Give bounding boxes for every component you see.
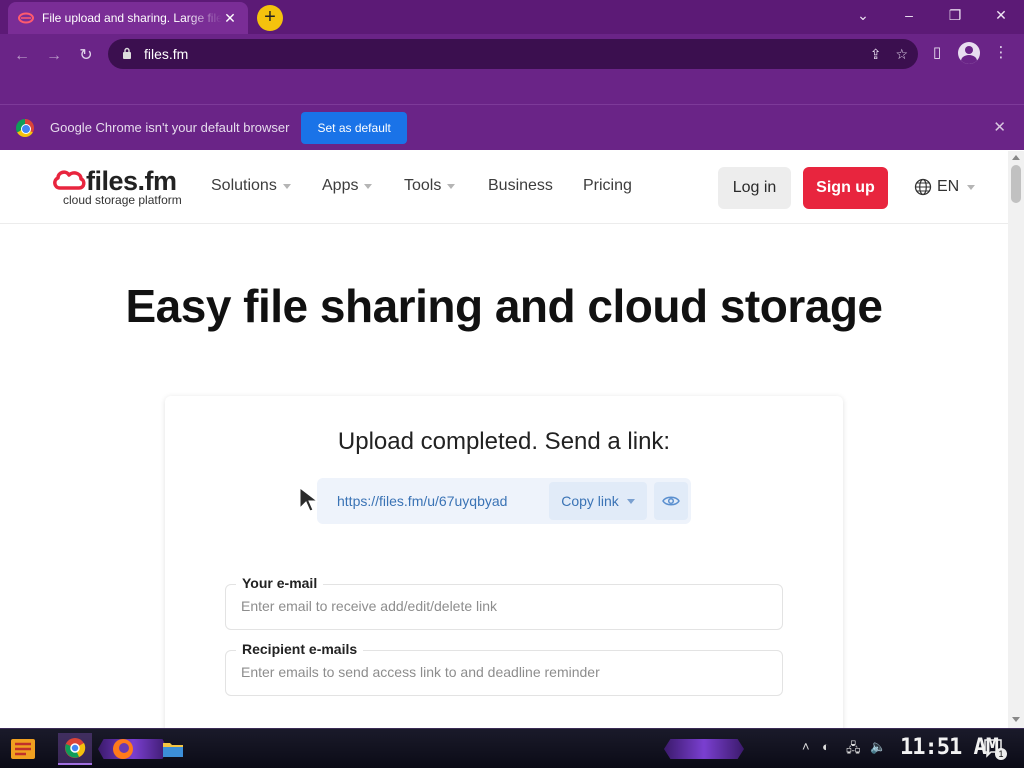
chrome-menu-icon[interactable]: ⋮ bbox=[988, 40, 1014, 66]
scroll-up-icon[interactable] bbox=[1012, 155, 1020, 160]
recipient-emails-label: Recipient e-mails bbox=[236, 641, 364, 657]
taskbar-firefox-icon[interactable] bbox=[106, 733, 140, 765]
reload-icon[interactable]: ↻ bbox=[72, 42, 100, 70]
your-email-field: Your e-mail bbox=[225, 575, 783, 630]
hero-title: Easy file sharing and cloud storage bbox=[125, 280, 883, 332]
globe-icon bbox=[914, 178, 932, 196]
your-email-input[interactable] bbox=[241, 598, 761, 614]
network-icon[interactable]: 🖧 bbox=[846, 739, 861, 761]
set-as-default-button[interactable]: Set as default bbox=[301, 111, 407, 144]
login-button[interactable]: Log in bbox=[718, 167, 791, 209]
logo-tagline: cloud storage platform bbox=[63, 193, 182, 207]
copy-link-label: Copy link bbox=[561, 493, 619, 509]
profile-avatar[interactable] bbox=[956, 40, 982, 66]
nav-tools[interactable]: Tools bbox=[404, 177, 456, 195]
scrollbar-thumb[interactable] bbox=[1011, 165, 1021, 203]
browser-tab[interactable]: File upload and sharing. Large files ✕ bbox=[8, 2, 248, 34]
bookmark-star-icon[interactable]: ☆ bbox=[895, 46, 908, 63]
notification-center-icon[interactable]: 1 bbox=[983, 738, 1007, 760]
nav-label: Apps bbox=[322, 177, 359, 194]
new-tab-button[interactable]: + bbox=[257, 5, 283, 31]
your-email-label: Your e-mail bbox=[236, 575, 324, 591]
taskbar: ˄ ◐ 🖧 🔈 11:51 AM 1 bbox=[0, 728, 1024, 768]
tray-expand-icon[interactable]: ˄ bbox=[802, 739, 810, 754]
page-scrollbar[interactable] bbox=[1008, 151, 1024, 728]
nav-apps[interactable]: Apps bbox=[322, 177, 373, 195]
cloud-logo-icon bbox=[53, 170, 86, 190]
signup-button[interactable]: Sign up bbox=[803, 167, 888, 209]
infobar-message: Google Chrome isn't your default browser bbox=[50, 120, 290, 135]
nav-pricing[interactable]: Pricing bbox=[583, 177, 632, 195]
tab-search-chevron-icon[interactable]: ⌄ bbox=[840, 0, 886, 30]
nav-label: Tools bbox=[404, 177, 442, 194]
tab-close-icon[interactable]: ✕ bbox=[222, 10, 238, 27]
files-fm-favicon-icon bbox=[18, 10, 34, 26]
chrome-logo-icon bbox=[16, 118, 34, 137]
forward-arrow-icon[interactable]: → bbox=[40, 42, 68, 70]
window-close-icon[interactable]: ✕ bbox=[978, 0, 1024, 30]
back-arrow-icon[interactable]: ← bbox=[8, 42, 36, 70]
tab-title: File upload and sharing. Large files bbox=[42, 11, 222, 25]
address-url: files.fm bbox=[144, 46, 189, 62]
site-header: files.fm cloud storage platform Solution… bbox=[0, 151, 1008, 224]
share-icon[interactable]: ⇪ bbox=[870, 46, 882, 63]
share-link-url[interactable]: https://files.fm/u/67uyqbyad bbox=[337, 493, 507, 509]
nav-label: Solutions bbox=[211, 177, 277, 194]
default-browser-infobar: Google Chrome isn't your default browser… bbox=[0, 104, 1024, 150]
start-button[interactable] bbox=[8, 735, 38, 763]
taskbar-decoration bbox=[664, 739, 744, 759]
language-code: EN bbox=[937, 178, 960, 195]
nav-label: Business bbox=[488, 177, 553, 194]
volume-icon[interactable]: 🔈 bbox=[870, 739, 886, 755]
taskbar-file-explorer-icon[interactable] bbox=[156, 733, 190, 765]
infobar-close-icon[interactable]: ✕ bbox=[993, 118, 1006, 136]
tab-strip: File upload and sharing. Large files ✕ +… bbox=[0, 0, 1024, 34]
nav-solutions[interactable]: Solutions bbox=[211, 177, 291, 195]
browser-toolbar: ← → ↻ files.fm ⇪ ☆ ▯ ⋮ bbox=[0, 34, 1024, 104]
scroll-down-icon[interactable] bbox=[1012, 717, 1020, 722]
recipient-emails-input[interactable] bbox=[241, 664, 761, 680]
caret-down-icon bbox=[967, 184, 976, 190]
taskbar-chrome-icon[interactable] bbox=[58, 733, 92, 765]
caret-down-icon bbox=[447, 183, 456, 189]
files-fm-logo[interactable]: files.fm cloud storage platform bbox=[52, 166, 192, 208]
caret-down-icon bbox=[364, 183, 373, 189]
tray-app-icon[interactable]: ◐ bbox=[822, 739, 830, 754]
preview-eye-icon[interactable] bbox=[654, 482, 688, 520]
nav-business[interactable]: Business bbox=[488, 177, 553, 195]
notification-count: 1 bbox=[995, 748, 1007, 760]
caret-down-icon bbox=[626, 498, 635, 504]
language-selector[interactable]: EN bbox=[914, 178, 976, 196]
web-page: files.fm cloud storage platform Solution… bbox=[0, 151, 1008, 728]
share-link-box: https://files.fm/u/67uyqbyad Copy link bbox=[317, 478, 691, 524]
lock-icon bbox=[122, 47, 136, 62]
address-bar[interactable]: files.fm ⇪ ☆ bbox=[108, 39, 918, 69]
recipient-emails-field: Recipient e-mails bbox=[225, 641, 783, 696]
copy-link-button[interactable]: Copy link bbox=[549, 482, 647, 520]
nav-label: Pricing bbox=[583, 177, 632, 194]
mouse-pointer-icon bbox=[299, 486, 319, 512]
upload-heading: Upload completed. Send a link: bbox=[337, 428, 671, 455]
restore-icon[interactable]: ❐ bbox=[932, 0, 978, 30]
upload-card: Upload completed. Send a link: https://f… bbox=[165, 396, 843, 728]
caret-down-icon bbox=[282, 183, 291, 189]
side-panel-icon[interactable]: ▯ bbox=[924, 40, 950, 66]
minimize-icon[interactable]: – bbox=[886, 0, 932, 30]
